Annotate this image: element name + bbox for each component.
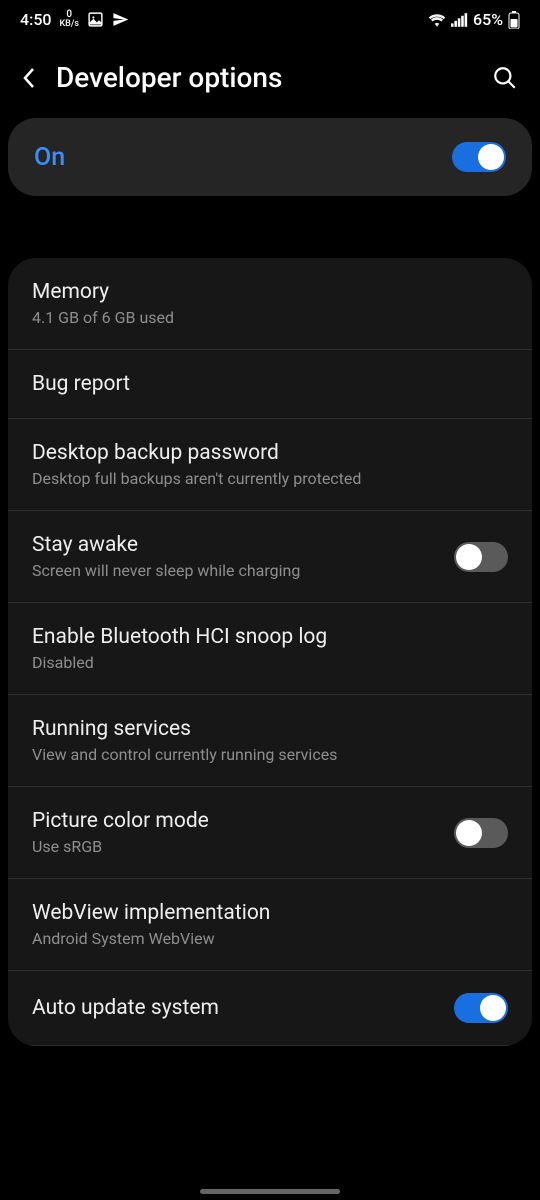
setting-subtitle: Android System WebView	[32, 929, 496, 948]
master-toggle[interactable]	[452, 142, 506, 172]
setting-row[interactable]: WebView implementation Android System Web…	[8, 879, 532, 971]
setting-title: Stay awake	[32, 533, 442, 557]
setting-text: Picture color mode Use sRGB	[32, 809, 454, 856]
setting-toggle[interactable]	[454, 993, 508, 1023]
setting-title: Bug report	[32, 372, 496, 396]
status-bar: 4:50 0 KB/s 65%	[0, 0, 540, 33]
setting-row[interactable]: Auto update system	[8, 971, 532, 1046]
gallery-icon	[87, 11, 104, 28]
setting-text: Auto update system	[32, 996, 454, 1020]
signal-icon	[451, 13, 468, 27]
settings-list: Memory 4.1 GB of 6 GB used Bug report Deskt…	[8, 258, 532, 1046]
setting-subtitle: Desktop full backups aren't currently pr…	[32, 469, 496, 488]
battery-percent: 65%	[473, 10, 503, 29]
status-right: 65%	[428, 10, 520, 29]
setting-toggle[interactable]	[454, 818, 508, 848]
setting-title: Auto update system	[32, 996, 442, 1020]
navigation-handle[interactable]	[200, 1189, 340, 1194]
setting-text: Stay awake Screen will never sleep while …	[32, 533, 454, 580]
setting-subtitle: Disabled	[32, 653, 496, 672]
search-icon[interactable]	[492, 65, 518, 91]
setting-toggle[interactable]	[454, 542, 508, 572]
header: Developer options	[0, 33, 540, 118]
setting-row[interactable]: Enable Bluetooth HCI snoop log Disabled	[8, 603, 532, 695]
setting-text: Desktop backup password Desktop full back…	[32, 441, 508, 488]
setting-subtitle: Screen will never sleep while charging	[32, 561, 442, 580]
page-title: Developer options	[56, 61, 472, 94]
setting-text: Running services View and control current…	[32, 717, 508, 764]
setting-text: Enable Bluetooth HCI snoop log Disabled	[32, 625, 508, 672]
setting-title: Running services	[32, 717, 496, 741]
setting-row[interactable]: Running services View and control current…	[8, 695, 532, 787]
master-toggle-label: On	[34, 143, 65, 172]
send-icon	[112, 11, 129, 28]
back-icon[interactable]	[22, 66, 36, 90]
setting-row[interactable]: Stay awake Screen will never sleep while …	[8, 511, 532, 603]
wifi-icon	[428, 13, 446, 27]
setting-row[interactable]: Picture color mode Use sRGB	[8, 787, 532, 879]
setting-row[interactable]: Bug report	[8, 350, 532, 419]
setting-subtitle: 4.1 GB of 6 GB used	[32, 308, 496, 327]
setting-title: Desktop backup password	[32, 441, 496, 465]
setting-text: Bug report	[32, 372, 508, 396]
battery-icon	[508, 11, 520, 29]
setting-title: Picture color mode	[32, 809, 442, 833]
status-left: 4:50 0 KB/s	[20, 10, 129, 29]
master-toggle-card[interactable]: On	[8, 118, 532, 196]
setting-text: WebView implementation Android System Web…	[32, 901, 508, 948]
setting-subtitle: Use sRGB	[32, 837, 442, 856]
setting-title: Memory	[32, 280, 496, 304]
setting-subtitle: View and control currently running servi…	[32, 745, 496, 764]
setting-row[interactable]: Desktop backup password Desktop full back…	[8, 419, 532, 511]
setting-row[interactable]: Memory 4.1 GB of 6 GB used	[8, 258, 532, 350]
setting-title: Enable Bluetooth HCI snoop log	[32, 625, 496, 649]
network-speed: 0 KB/s	[60, 10, 80, 29]
status-time: 4:50	[20, 10, 52, 29]
setting-title: WebView implementation	[32, 901, 496, 925]
setting-text: Memory 4.1 GB of 6 GB used	[32, 280, 508, 327]
